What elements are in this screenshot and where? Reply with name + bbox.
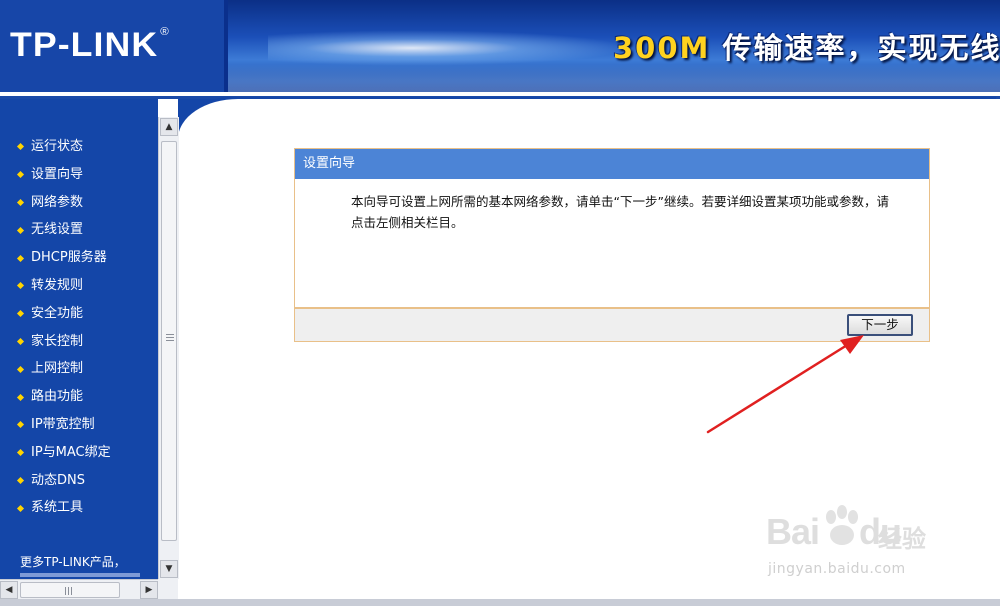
sidebar-item-label: 家长控制: [31, 333, 84, 349]
bullet-icon: [16, 476, 25, 484]
sidebar-item-bandwidth-control[interactable]: IP带宽控制: [0, 411, 158, 439]
bullet-icon: [16, 310, 25, 318]
watermark-brand-left: Bai: [766, 511, 820, 552]
wizard-body: 本向导可设置上网所需的基本网络参数，请单击“下一步”继续。若要详细设置某项功能或…: [295, 179, 929, 307]
annotation-arrow-icon: [706, 335, 864, 434]
bullet-icon: [16, 282, 25, 290]
baidu-paw-icon: [826, 505, 858, 545]
bullet-icon: [16, 143, 25, 151]
grip-icon: [65, 587, 74, 595]
scroll-left-arrow-icon[interactable]: ◀: [0, 581, 18, 599]
sidebar-horizontal-scrollbar[interactable]: ◀ ▶: [0, 579, 158, 600]
sidebar-item-system-tools[interactable]: 系统工具: [0, 494, 158, 522]
grip-icon: [166, 334, 174, 343]
sidebar-item-forwarding[interactable]: 转发规则: [0, 272, 158, 300]
sidebar-item-security[interactable]: 安全功能: [0, 300, 158, 328]
logo-text: TP-LINK: [10, 26, 159, 64]
header-banner: TP-LINK® 300M 传输速率，实现无线自由连接梦想: [0, 0, 1000, 92]
bullet-icon: [16, 421, 25, 429]
scroll-down-arrow-icon[interactable]: ▼: [160, 560, 178, 578]
sidebar-item-label: DHCP服务器: [31, 250, 107, 266]
sidebar-item-label: IP带宽控制: [31, 416, 95, 432]
sidebar-item-wireless[interactable]: 无线设置: [0, 216, 158, 244]
bullet-icon: [16, 504, 25, 512]
bullet-icon: [16, 254, 25, 262]
sidebar-item-label: IP与MAC绑定: [31, 444, 111, 460]
sidebar-item-status[interactable]: 运行状态: [0, 133, 158, 161]
sidebar-item-label: 转发规则: [31, 277, 84, 293]
scroll-up-arrow-icon[interactable]: ▲: [160, 118, 178, 136]
setup-wizard-panel: 设置向导 本向导可设置上网所需的基本网络参数，请单击“下一步”继续。若要详细设置…: [294, 148, 930, 342]
more-products-link[interactable]: 更多TP-LINK产品，: [20, 553, 126, 570]
sidebar-item-parental-control[interactable]: 家长控制: [0, 328, 158, 356]
sidebar-item-routing[interactable]: 路由功能: [0, 383, 158, 411]
sidebar-item-label: 安全功能: [31, 305, 84, 321]
sidebar-item-label: 设置向导: [31, 166, 84, 182]
scrollbar-corner: [158, 579, 178, 599]
sidebar-item-label: 网络参数: [31, 194, 84, 210]
slogan-speed: 300M: [613, 31, 711, 65]
window-bottom-edge: [0, 599, 1000, 606]
slogan-text: 传输速率，实现无线自由连接梦想: [722, 31, 1000, 65]
bullet-icon: [16, 337, 25, 346]
baidu-watermark: Bai du 经验 jingyan.baidu.com: [766, 505, 966, 585]
sidebar-item-access-control[interactable]: 上网控制: [0, 355, 158, 383]
banner-slogan: 300M 传输速率，实现无线自由连接梦想: [613, 25, 1000, 67]
scroll-right-arrow-icon[interactable]: ▶: [140, 581, 158, 599]
sidebar-item-label: 系统工具: [31, 500, 84, 516]
banner-graphic: 300M 传输速率，实现无线自由连接梦想: [228, 0, 1000, 92]
sidebar-vertical-scrollbar[interactable]: ▲ ▼: [158, 117, 179, 579]
sidebar-item-label: 动态DNS: [31, 472, 85, 488]
logo-panel: TP-LINK ®: [0, 0, 224, 92]
wizard-description: 本向导可设置上网所需的基本网络参数，请单击“下一步”继续。若要详细设置某项功能或…: [351, 194, 889, 230]
sidebar-item-label: 路由功能: [31, 389, 84, 405]
watermark-cn: 经验: [878, 525, 926, 553]
bullet-icon: [16, 365, 25, 373]
sidebar-item-label: 无线设置: [31, 222, 84, 238]
sidebar-menu: 运行状态 设置向导 网络参数 无线设置 DHCP服务器 转发规则 安全功能 家长…: [0, 133, 158, 522]
bullet-icon: [16, 393, 25, 401]
bullet-icon: [16, 226, 25, 234]
bullet-icon: [16, 449, 25, 457]
sidebar-item-label: 运行状态: [31, 139, 84, 154]
bullet-icon: [16, 198, 25, 207]
wizard-title: 设置向导: [295, 149, 929, 179]
sidebar-item-dhcp[interactable]: DHCP服务器: [0, 244, 158, 272]
sidebar-item-ip-mac-binding[interactable]: IP与MAC绑定: [0, 439, 158, 467]
sidebar-item-ddns[interactable]: 动态DNS: [0, 467, 158, 495]
registered-mark: ®: [160, 26, 170, 38]
sidebar-item-setup-wizard[interactable]: 设置向导: [0, 161, 158, 189]
sidebar-item-network[interactable]: 网络参数: [0, 189, 158, 217]
watermark-url: jingyan.baidu.com: [768, 561, 906, 577]
scroll-thumb[interactable]: [161, 141, 177, 541]
h-scroll-thumb[interactable]: [20, 582, 120, 598]
more-products-clipped-line: [20, 573, 140, 577]
sidebar-nav: 运行状态 设置向导 网络参数 无线设置 DHCP服务器 转发规则 安全功能 家长…: [0, 99, 158, 579]
sidebar-item-label: 上网控制: [31, 361, 84, 377]
tp-link-logo: TP-LINK ®: [10, 26, 170, 65]
bullet-icon: [16, 171, 25, 179]
